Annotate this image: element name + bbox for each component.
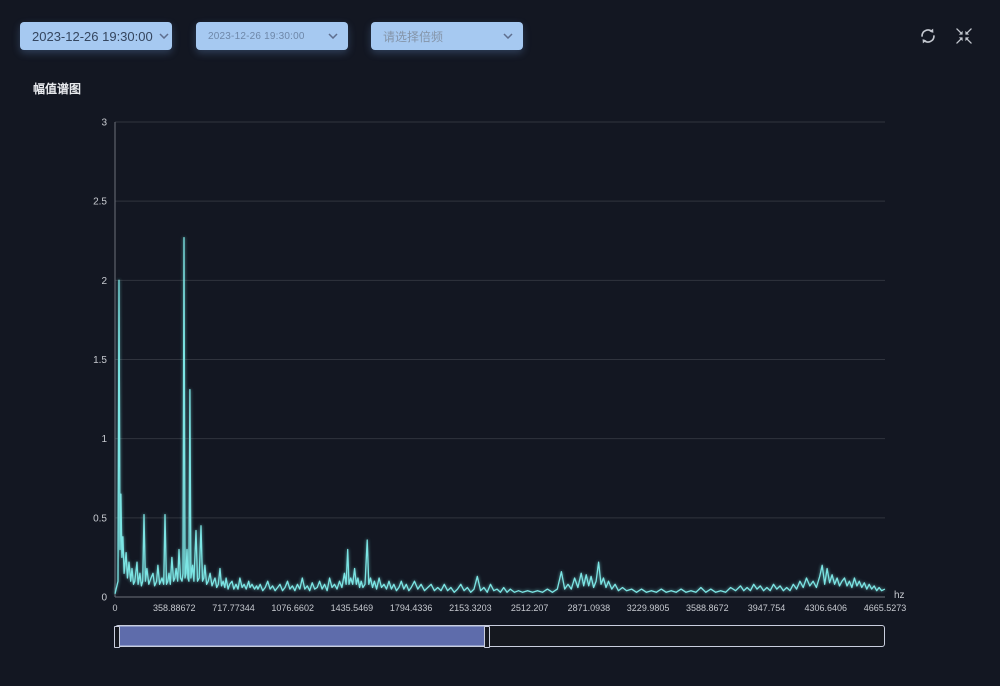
spectrum-line-series	[115, 238, 885, 594]
x-axis-label: 1435.5469	[331, 603, 374, 613]
y-axis-label: 2	[101, 276, 107, 287]
x-axis-label: 0	[112, 603, 117, 613]
x-axis-label: 3947.754	[748, 603, 786, 613]
datazoom-left-handle[interactable]	[114, 626, 120, 648]
x-axis-label: 2512.207	[511, 603, 549, 613]
x-axis-label: 1076.6602	[271, 603, 314, 613]
x-axis-label: 4306.6406	[804, 603, 847, 613]
x-axis-label: 3229.9805	[627, 603, 670, 613]
x-axis-label: 3588.8672	[686, 603, 729, 613]
y-axis-label: 3	[101, 118, 107, 129]
x-axis-label: 717.77344	[212, 603, 255, 613]
datazoom-right-handle[interactable]	[484, 626, 490, 648]
x-axis-unit-label: hz	[894, 590, 905, 601]
amplitude-spectrum-chart: 0 0.5 1 1.5 2 2.5 3 0 358.88672 717.77344 1076.660…	[0, 0, 1000, 620]
datazoom-window[interactable]	[116, 626, 488, 646]
x-axis-label: 4665.5273	[864, 603, 907, 613]
y-axis-label: 2.5	[93, 197, 107, 208]
x-axis-label: 2153.3203	[449, 603, 492, 613]
x-axis-label: 2871.0938	[568, 603, 611, 613]
y-axis-label: 1	[101, 434, 107, 445]
y-axis-label: 0.5	[93, 513, 107, 524]
y-axis-label: 0	[101, 593, 107, 604]
datazoom-slider[interactable]	[115, 625, 885, 647]
x-axis-label: 358.88672	[153, 603, 196, 613]
y-axis-label: 1.5	[93, 355, 107, 366]
x-axis-label: 1794.4336	[390, 603, 433, 613]
